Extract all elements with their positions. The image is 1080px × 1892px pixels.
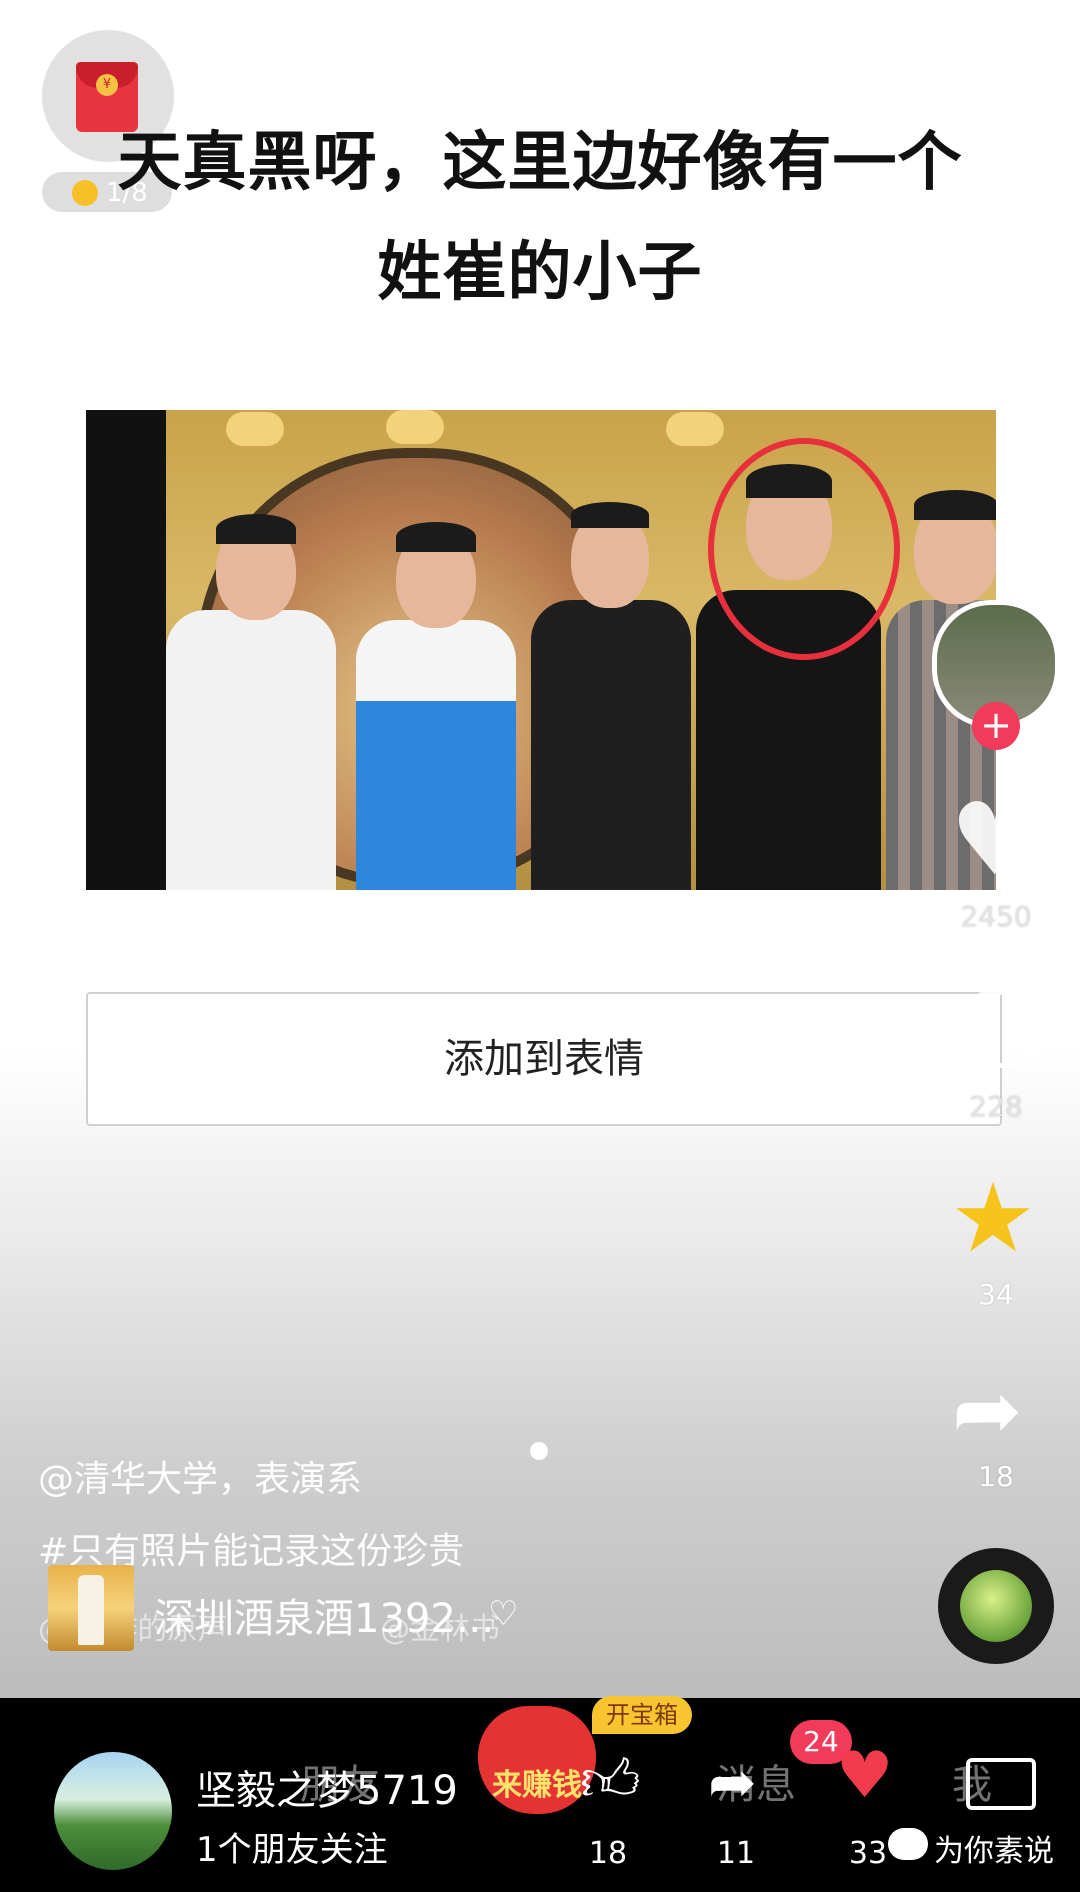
comment-icon[interactable] <box>966 1758 1036 1810</box>
comment-count: 228 <box>969 1090 1023 1123</box>
photo-lamp <box>226 412 284 446</box>
red-packet-seal: ¥ <box>96 74 118 96</box>
thumbs-up-count: 18 <box>588 1836 628 1871</box>
carousel-dot <box>530 1442 548 1460</box>
product-thumbnail[interactable] <box>48 1565 134 1651</box>
share-count: 18 <box>978 1460 1014 1493</box>
music-disc-icon[interactable] <box>938 1548 1054 1664</box>
mention-text[interactable]: @清华大学，表演系 <box>38 1450 362 1502</box>
product-name[interactable]: 深圳酒泉酒1392... <box>154 1586 494 1644</box>
thumbs-up-icon[interactable]: 👍︎ <box>580 1750 641 1810</box>
star-icon[interactable]: ★ <box>950 1170 1036 1266</box>
like-count: 2450 <box>960 900 1032 933</box>
group-photo[interactable] <box>86 410 996 890</box>
like-heart-icon[interactable]: ♥ <box>950 790 1040 890</box>
wechat-icon <box>888 1828 928 1860</box>
heart-outline-icon[interactable]: ♡ <box>488 1594 518 1634</box>
photo-lamp <box>386 410 444 444</box>
user-name[interactable]: 坚毅之梦5719 <box>196 1758 458 1816</box>
photo-lamp <box>666 412 724 446</box>
favorite-count: 34 <box>978 1278 1014 1311</box>
watermark-text: 为你素说 <box>934 1834 1054 1869</box>
comment-icon[interactable] <box>955 990 1045 1068</box>
share-icon[interactable]: ➦ <box>952 1368 1022 1452</box>
open-chest-badge[interactable]: 开宝箱 <box>592 1696 692 1734</box>
share-count-bottom: 11 <box>716 1836 756 1871</box>
user-avatar[interactable] <box>54 1752 172 1870</box>
earn-money-label[interactable]: 来赚钱 <box>478 1760 596 1804</box>
post-headline: 天真黑呀，这里边好像有一个 姓崔的小子 <box>117 126 963 310</box>
heart-icon[interactable]: ♥ <box>836 1744 893 1808</box>
follow-plus-icon[interactable]: + <box>972 702 1020 750</box>
follow-info: 1个朋友关注 <box>196 1830 388 1870</box>
add-to-sticker-button[interactable]: 添加到表情 <box>86 992 1002 1126</box>
share-icon[interactable]: ➦ <box>708 1752 757 1812</box>
highlight-circle <box>708 438 900 660</box>
